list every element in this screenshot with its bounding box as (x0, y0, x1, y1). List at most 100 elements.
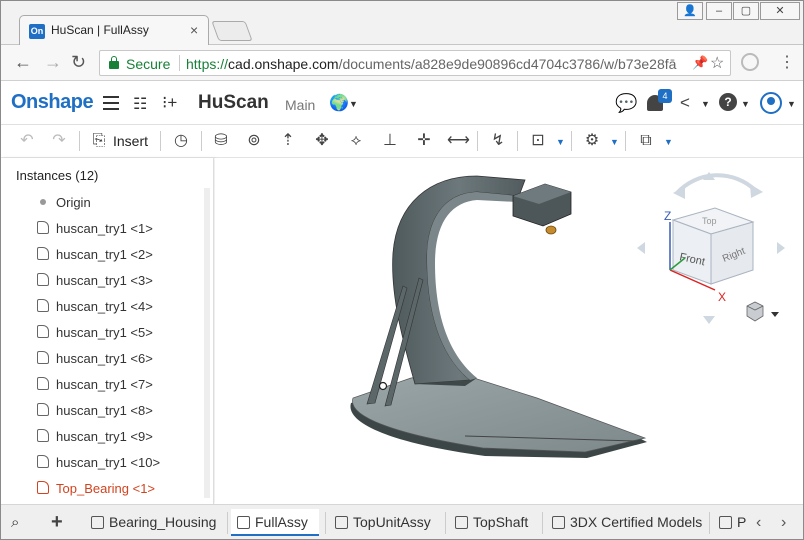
add-tab-icon[interactable]: + (51, 509, 71, 536)
workspace-name[interactable]: Main (285, 97, 315, 113)
parallel-mate-icon[interactable]: ⟷ (447, 131, 470, 151)
reload-icon[interactable]: ↻ (71, 52, 86, 73)
fastened-mate-icon[interactable]: ⛁ (210, 131, 232, 151)
globe-icon[interactable]: 🌍 (329, 93, 349, 113)
graphics-viewport[interactable]: Top Front Right Z X (215, 158, 804, 504)
feature-tree-icon[interactable]: ☷ (133, 94, 147, 114)
element-tab-label: P (737, 514, 747, 530)
element-tab[interactable]: Bearing_Housing (85, 509, 225, 536)
pin-slot-mate-icon[interactable]: ⊥ (379, 131, 401, 151)
view-fit-icon[interactable]: ⊡ (527, 131, 549, 151)
instance-label: Top_Bearing <1> (56, 481, 156, 496)
close-tab-icon[interactable]: × (190, 22, 198, 38)
close-window-icon[interactable]: ✕ (760, 2, 800, 20)
instance-item[interactable]: huscan_try1 <10> (1, 450, 201, 476)
x-axis-label: X (718, 290, 726, 304)
instance-item[interactable]: huscan_try1 <3> (1, 268, 201, 294)
instance-label: huscan_try1 <3> (56, 273, 153, 288)
document-icon (552, 516, 565, 529)
chevron-down-icon[interactable]: ▼ (664, 137, 673, 147)
hamburger-menu-icon[interactable] (103, 96, 119, 110)
part-instance-icon (37, 429, 49, 442)
tab-divider (542, 512, 543, 534)
render-mode-dropdown[interactable] (746, 301, 779, 322)
chevron-down-icon[interactable]: ▼ (787, 99, 796, 109)
scroll-right-icon[interactable]: › (781, 509, 795, 536)
instance-item[interactable]: huscan_try1 <8> (1, 398, 201, 424)
element-tab[interactable]: TopUnitAssy (329, 509, 441, 536)
minimize-icon[interactable]: – (706, 2, 732, 20)
relation-icon[interactable]: ↯ (487, 131, 509, 151)
instances-panel: Instances (12) Origin huscan_try1 <1> husc… (1, 158, 214, 504)
view-cube[interactable]: Top Front Right Z X (637, 172, 785, 324)
onshape-favicon-icon: On (29, 24, 45, 39)
section-view-icon[interactable]: ⧉ (635, 131, 657, 151)
comments-icon[interactable]: 💬 (615, 93, 637, 114)
toolbar-divider (201, 131, 202, 151)
undo-icon[interactable]: ↶ (17, 131, 37, 151)
pin-icon[interactable]: 📌 (692, 55, 708, 71)
share-icon[interactable]: < (680, 93, 690, 113)
scroll-left-icon[interactable]: ‹ (756, 509, 770, 536)
tab-divider (325, 512, 326, 534)
url-text[interactable]: https://cad.onshape.com/documents/a828e9… (186, 56, 686, 72)
extension-icon[interactable] (741, 53, 759, 71)
chevron-down-icon[interactable]: ▼ (701, 99, 710, 109)
redo-icon[interactable]: ↷ (49, 131, 69, 151)
browser-menu-icon[interactable]: ⋮ (779, 52, 795, 72)
element-tab[interactable]: 3DX Certified Models (546, 509, 706, 536)
element-tab[interactable]: FullAssy (231, 509, 319, 536)
revolute-mate-icon[interactable]: ⊚ (243, 131, 265, 151)
instance-item[interactable]: huscan_try1 <7> (1, 372, 201, 398)
toolbar-divider (571, 131, 572, 151)
chevron-down-icon[interactable]: ▼ (610, 137, 619, 147)
user-avatar-icon[interactable] (760, 92, 782, 114)
slider-mate-icon[interactable]: ⇡ (277, 131, 299, 151)
part-instance-icon (37, 325, 49, 338)
arch-frame[interactable] (392, 175, 526, 386)
element-tab[interactable]: P (713, 509, 751, 536)
planar-mate-icon[interactable]: ✥ (311, 131, 333, 151)
chevron-down-icon[interactable] (771, 312, 779, 317)
chevron-down-icon[interactable]: ▼ (741, 99, 750, 109)
mate-connector-icon[interactable] (378, 381, 388, 391)
instance-item[interactable]: huscan_try1 <6> (1, 346, 201, 372)
instance-label: huscan_try1 <7> (56, 377, 153, 392)
tab-search-icon[interactable]: ⌕ (11, 509, 35, 536)
instance-item[interactable]: Top_Bearing <1> (1, 476, 201, 502)
top-bearing-housing[interactable] (512, 183, 572, 235)
url-bar[interactable]: Secure https://cad.onshape.com/documents… (99, 50, 731, 76)
url-scheme: https:// (186, 56, 229, 72)
user-profile-icon[interactable]: 👤 (677, 2, 703, 20)
document-name[interactable]: HuScan (198, 92, 269, 114)
back-icon[interactable]: ← (14, 52, 32, 73)
help-icon[interactable]: ? (719, 93, 737, 111)
instance-item[interactable]: huscan_try1 <2> (1, 242, 201, 268)
onshape-logo[interactable]: Onshape (11, 91, 94, 114)
instance-item[interactable]: huscan_try1 <4> (1, 294, 201, 320)
new-tab-button[interactable] (211, 21, 253, 41)
instance-item[interactable]: huscan_try1 <5> (1, 320, 201, 346)
element-tab[interactable]: TopShaft (449, 509, 539, 536)
browser-tab[interactable]: On HuScan | FullAssy × (19, 15, 209, 46)
instance-item[interactable]: huscan_try1 <9> (1, 424, 201, 450)
viewcube-top-label[interactable]: Top (702, 216, 717, 226)
insert-instance-icon[interactable]: ⁝+ (162, 93, 177, 113)
forward-icon[interactable]: → (44, 52, 62, 73)
maximize-icon[interactable]: ▢ (733, 2, 759, 20)
instance-item[interactable]: Origin (1, 190, 201, 216)
chevron-down-icon[interactable]: ▼ (349, 99, 358, 109)
gear-icon[interactable]: ⚙ (581, 131, 603, 151)
cylindrical-mate-icon[interactable]: ⟡ (345, 131, 367, 151)
history-clock-icon[interactable]: ◷ (171, 131, 191, 151)
instance-item[interactable]: huscan_try1 <1> (1, 216, 201, 242)
part-instance-icon (37, 455, 49, 468)
panel-scrollbar[interactable] (204, 188, 210, 498)
model-canvas[interactable]: Top Front Right Z X (215, 158, 804, 504)
insert-button[interactable]: Insert (113, 133, 148, 149)
part-instance-icon (37, 351, 49, 364)
insert-icon[interactable]: ⎘ (90, 131, 108, 151)
bookmark-star-icon[interactable]: ☆ (710, 53, 724, 73)
ball-mate-icon[interactable]: ✛ (413, 131, 435, 151)
chevron-down-icon[interactable]: ▼ (556, 137, 565, 147)
